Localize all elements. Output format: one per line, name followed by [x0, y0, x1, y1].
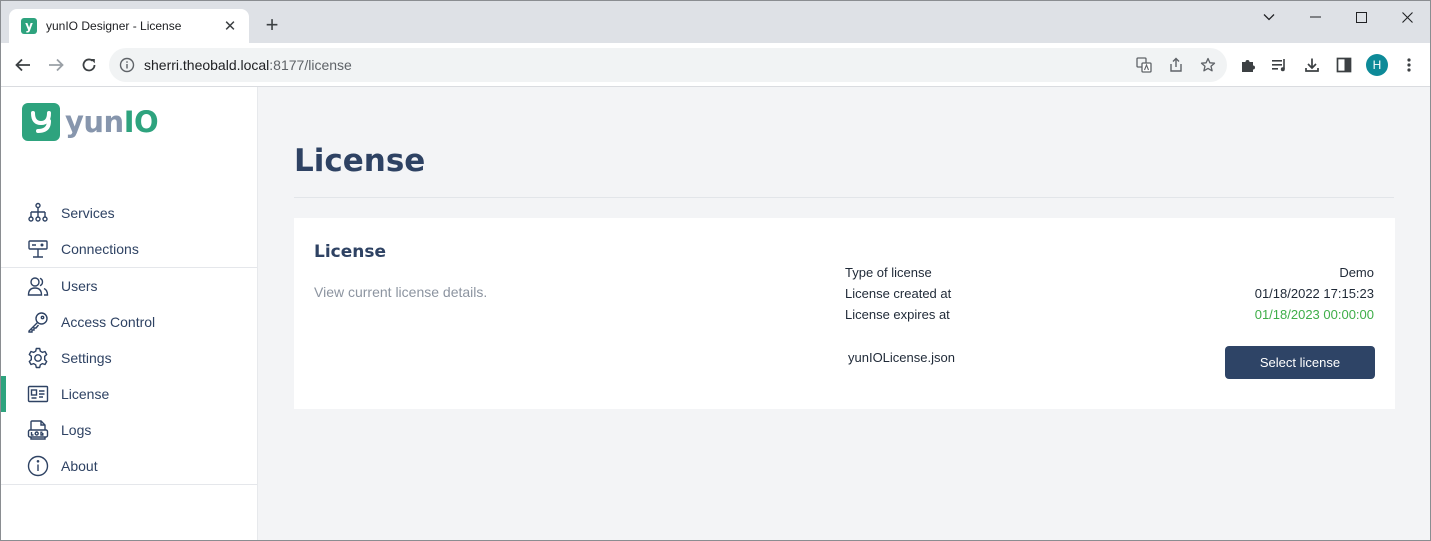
tab-search-icon[interactable]	[1246, 1, 1292, 33]
sidebar-item-license[interactable]: License	[1, 376, 257, 412]
sidebar-item-label: Services	[61, 205, 115, 221]
license-file-name: yunIOLicense.json	[848, 350, 955, 365]
sidebar-item-label: About	[61, 458, 98, 474]
sidebar-nav: Services Connections Users Access Contro…	[1, 195, 257, 485]
license-type-value: Demo	[1339, 265, 1374, 280]
sidebar-item-label: Users	[61, 278, 98, 294]
logo-text-io: IO	[123, 105, 159, 139]
tab-title: yunIO Designer - License	[46, 19, 182, 33]
info-icon	[26, 454, 50, 478]
new-tab-button[interactable]: +	[261, 14, 283, 36]
yunio-favicon-icon: y	[21, 18, 37, 34]
kebab-menu-icon[interactable]	[1397, 53, 1421, 77]
extensions-puzzle-icon[interactable]	[1236, 53, 1260, 77]
forward-arrow-icon[interactable]	[44, 53, 68, 77]
side-panel-icon[interactable]	[1332, 53, 1356, 77]
license-created-value: 01/18/2022 17:15:23	[1254, 286, 1374, 301]
reload-icon[interactable]	[77, 53, 101, 77]
close-window-button[interactable]	[1384, 1, 1430, 33]
card-title: License	[314, 242, 387, 262]
media-queue-icon[interactable]	[1268, 53, 1292, 77]
select-license-button[interactable]: Select license	[1225, 346, 1375, 379]
nav-group-admin: Users Access Control Settings License Lo…	[1, 268, 257, 485]
sidebar-item-connections[interactable]: Connections	[1, 231, 257, 267]
sidebar: yunIO Services Connections Users Access …	[1, 87, 258, 540]
sidebar-item-settings[interactable]: Settings	[1, 340, 257, 376]
site-info-icon[interactable]	[119, 57, 135, 78]
license-created-label: License created at	[845, 286, 952, 301]
card-description: View current license details.	[314, 284, 488, 300]
nav-group-main: Services Connections	[1, 195, 257, 268]
yunio-logo-mark-icon	[22, 103, 60, 141]
translate-icon[interactable]	[1136, 57, 1152, 78]
id-card-icon	[26, 382, 50, 406]
sidebar-item-label: License	[61, 386, 110, 402]
gear-icon	[26, 346, 50, 370]
sitemap-icon	[26, 201, 50, 225]
sidebar-item-label: Access Control	[61, 314, 156, 330]
browser-toolbar: sherri.theobald.local:8177/license H	[1, 43, 1430, 87]
url-host: sherri.theobald.local	[144, 57, 270, 73]
main-content: License License View current license det…	[259, 87, 1430, 540]
users-icon	[26, 274, 50, 298]
maximize-button[interactable]	[1338, 1, 1384, 33]
url-text[interactable]: sherri.theobald.local:8177/license	[144, 57, 352, 73]
logs-icon	[26, 418, 50, 442]
license-type-label: Type of license	[845, 265, 932, 280]
connection-icon	[26, 237, 50, 261]
title-divider	[294, 197, 1394, 198]
browser-tab[interactable]: y yunIO Designer - License ✕	[9, 9, 249, 43]
url-path: :8177/license	[269, 57, 352, 73]
sidebar-item-logs[interactable]: Logs	[1, 412, 257, 448]
logo-text-yun: yun	[65, 105, 124, 139]
license-expires-label: License expires at	[845, 307, 950, 322]
profile-avatar[interactable]: H	[1366, 54, 1388, 76]
sidebar-item-services[interactable]: Services	[1, 195, 257, 231]
sidebar-item-label: Settings	[61, 350, 112, 366]
sidebar-item-users[interactable]: Users	[1, 268, 257, 304]
page-title: License	[294, 143, 426, 179]
license-created-row: License created at 01/18/2022 17:15:23	[845, 286, 1374, 301]
tab-close-icon[interactable]: ✕	[221, 17, 239, 35]
address-bar[interactable]: sherri.theobald.local:8177/license	[109, 48, 1227, 82]
sidebar-item-about[interactable]: About	[1, 448, 257, 484]
license-expires-row: License expires at 01/18/2023 00:00:00	[845, 307, 1374, 322]
minimize-button[interactable]	[1292, 1, 1338, 33]
browser-window: y yunIO Designer - License ✕ + sherri.th…	[0, 0, 1431, 541]
license-card: License View current license details. Ty…	[294, 218, 1395, 409]
key-icon	[26, 310, 50, 334]
yunio-logo[interactable]: yunIO	[22, 103, 159, 141]
bookmark-star-icon[interactable]	[1200, 57, 1216, 78]
license-expires-value: 01/18/2023 00:00:00	[1254, 307, 1374, 322]
share-icon[interactable]	[1168, 57, 1184, 78]
license-type-row: Type of license Demo	[845, 265, 1374, 280]
logo-wordmark: yunIO	[65, 105, 159, 139]
sidebar-item-label: Logs	[61, 422, 92, 438]
sidebar-item-access-control[interactable]: Access Control	[1, 304, 257, 340]
download-icon[interactable]	[1300, 53, 1324, 77]
tab-strip: y yunIO Designer - License ✕ +	[1, 1, 1430, 43]
back-arrow-icon[interactable]	[11, 53, 35, 77]
sidebar-item-label: Connections	[61, 241, 139, 257]
